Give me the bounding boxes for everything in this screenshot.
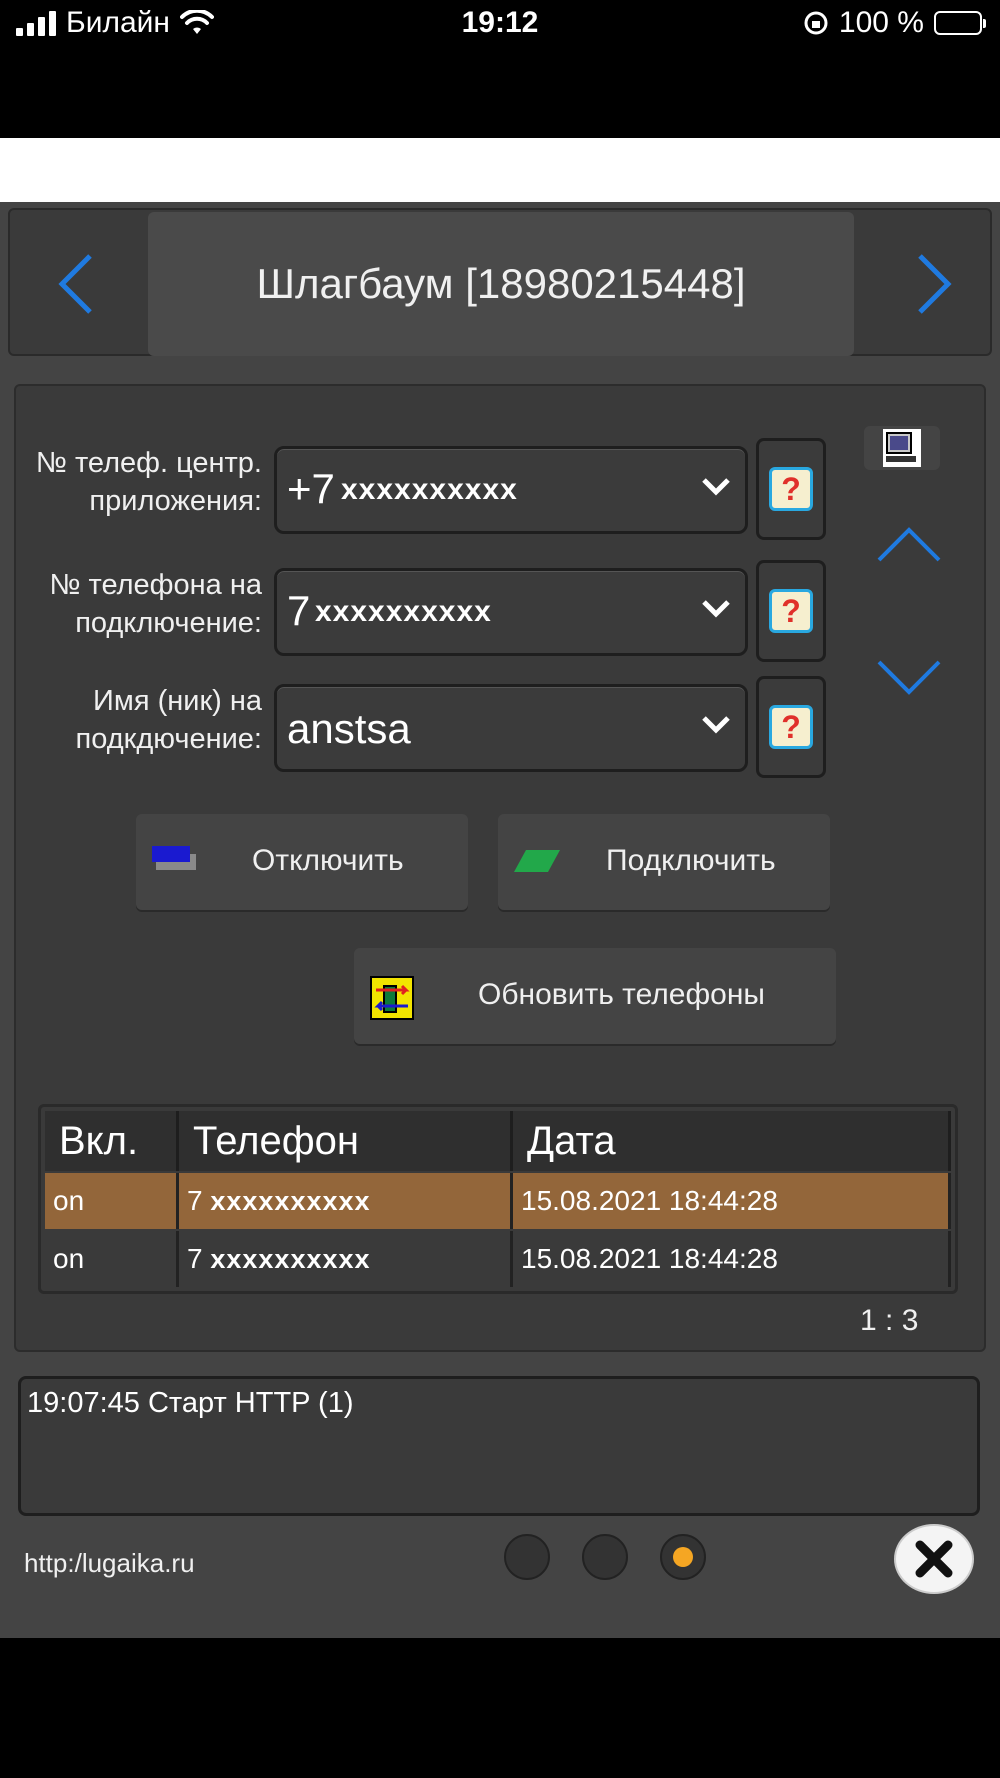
center-phone-help-button[interactable]: ?	[756, 438, 826, 540]
refresh-phones-icon	[370, 976, 414, 1020]
refresh-phones-label: Обновить телефоны	[478, 978, 765, 1011]
battery-percent: 100 %	[838, 6, 924, 39]
connect-phone-value: xxxxxxxxxx	[315, 595, 492, 628]
rotation-lock-icon	[804, 11, 828, 35]
chevron-down-icon	[702, 716, 730, 734]
chevron-up-icon	[877, 527, 941, 562]
app-container: Шлагбаум [18980215448] № телеф. центр. п…	[0, 202, 1000, 1638]
cell-phone: 7 xxxxxxxxxx	[179, 1231, 513, 1287]
chevron-down-icon	[702, 478, 730, 496]
page-dot-3[interactable]	[660, 1534, 706, 1580]
close-button[interactable]	[896, 1526, 972, 1592]
connect-phone-help-button[interactable]: ?	[756, 560, 826, 662]
connect-icon	[514, 850, 560, 872]
browser-bar	[0, 138, 1000, 202]
cell-date: 15.08.2021 18:44:28	[513, 1173, 951, 1229]
scroll-down-button[interactable]	[874, 656, 944, 706]
log-area: 19:07:45 Старт HTTP (1)	[18, 1376, 980, 1516]
col-header-date[interactable]: Дата	[513, 1111, 951, 1171]
nick-select[interactable]: anstsa	[274, 684, 748, 772]
connect-button[interactable]: Подключить	[498, 814, 830, 910]
page-dot-1[interactable]	[504, 1534, 550, 1580]
col-header-phone[interactable]: Телефон	[179, 1111, 513, 1171]
center-phone-prefix: +7	[287, 465, 335, 512]
help-icon: ?	[769, 467, 813, 511]
main-panel: № телеф. центр. приложения: +7 xxxxxxxxx…	[14, 384, 986, 1352]
close-icon	[915, 1540, 953, 1578]
bottom-bar	[0, 1638, 1000, 1778]
disconnect-button[interactable]: Отключить	[136, 814, 468, 910]
header: Шлагбаум [18980215448]	[8, 208, 992, 356]
cell-phone: 7 xxxxxxxxxx	[179, 1173, 513, 1229]
center-phone-value: xxxxxxxxxx	[341, 473, 518, 506]
chevron-down-icon	[702, 600, 730, 618]
status-right: 100 %	[803, 6, 986, 40]
phones-table: Вкл. Телефон Дата on 7 xxxxxxxxxx 15.08.…	[38, 1104, 958, 1294]
site-link[interactable]: http:/lugaika.ru	[24, 1548, 195, 1579]
nick-label: Имя (ник) на подкдючение:	[75, 685, 262, 755]
refresh-phones-button[interactable]: Обновить телефоны	[354, 948, 836, 1044]
center-phone-label: № телеф. центр. приложения:	[35, 447, 262, 517]
next-chevron-icon[interactable]	[894, 244, 974, 324]
table-pager: 1 : 3	[860, 1304, 919, 1337]
nick-value: anstsa	[287, 705, 411, 752]
connect-phone-prefix: 7	[287, 587, 311, 634]
prev-chevron-icon[interactable]	[36, 244, 116, 324]
help-icon: ?	[769, 705, 813, 749]
connect-phone-label: № телефона на подключение:	[49, 569, 262, 639]
scroll-up-button[interactable]	[874, 522, 944, 572]
monitor-icon	[883, 429, 921, 467]
terminal-button[interactable]	[864, 426, 940, 470]
cell-date: 15.08.2021 18:44:28	[513, 1231, 951, 1287]
nick-help-button[interactable]: ?	[756, 676, 826, 778]
disconnect-label: Отключить	[252, 844, 404, 877]
page-title: Шлагбаум [18980215448]	[148, 212, 854, 356]
status-bar: Билайн 19:12 100 %	[0, 0, 1000, 138]
connect-label: Подключить	[606, 844, 776, 877]
cell-on: on	[45, 1231, 179, 1287]
log-text: 19:07:45 Старт HTTP (1)	[27, 1387, 354, 1419]
col-header-on[interactable]: Вкл.	[45, 1111, 179, 1171]
help-icon: ?	[769, 589, 813, 633]
chevron-down-icon	[877, 660, 941, 695]
disconnect-icon	[152, 846, 196, 870]
battery-icon	[934, 11, 986, 35]
page-dot-2[interactable]	[582, 1534, 628, 1580]
connect-phone-select[interactable]: 7 xxxxxxxxxx	[274, 568, 748, 656]
center-phone-select[interactable]: +7 xxxxxxxxxx	[274, 446, 748, 534]
cell-on: on	[45, 1173, 179, 1229]
